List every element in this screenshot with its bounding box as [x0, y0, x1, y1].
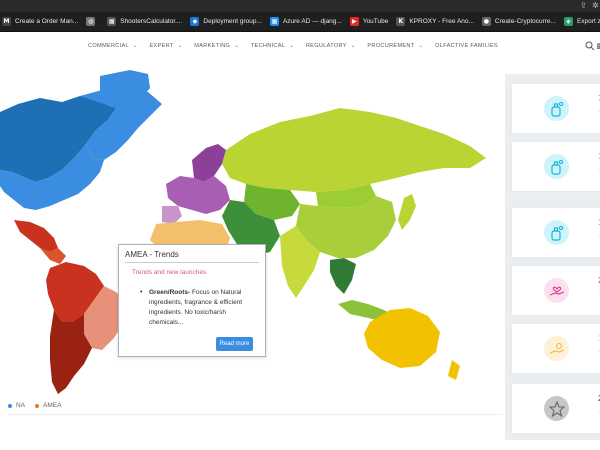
- popup-title: AMEA - Trends: [125, 245, 259, 263]
- popup-bullet-title: Green/Roots-: [149, 289, 191, 296]
- bookmarks-bar: M Create a Order Man... ◍ ▦ ShootersCalculat…: [0, 12, 600, 32]
- region-japan[interactable]: [398, 194, 416, 230]
- bookmark-label: Create a Order Man...: [15, 18, 79, 25]
- divider: [8, 414, 503, 415]
- settings-icon[interactable]: ✲: [592, 1, 599, 10]
- stat-card[interactable]: 2T: [512, 266, 600, 315]
- legend-swatch: [35, 403, 40, 408]
- popup-bullet: • Green/Roots- Focus on Natural ingredie…: [140, 288, 255, 328]
- popup-bullet-line-3: ingredients. No toxic/harsh: [149, 309, 226, 316]
- legend-label: NA: [16, 402, 26, 409]
- proxy-icon: K: [396, 17, 406, 26]
- bookmark-label: YouTube: [362, 18, 389, 25]
- windows-icon: ▦: [269, 17, 279, 26]
- region-popup: AMEA - Trends Trends and new launches • …: [118, 244, 266, 357]
- region-southeast-asia[interactable]: [330, 258, 356, 294]
- bookmark-item[interactable]: M Create a Order Man...: [2, 14, 78, 30]
- popup-bullet-line-1: Focus on Natural: [191, 289, 242, 296]
- popup-bullet-line-4: chemicals...: [149, 319, 184, 326]
- azure-devops-icon: ◆: [190, 17, 200, 26]
- nav-item-expert[interactable]: EXPERT ⌄: [150, 43, 183, 49]
- browser-title-strip: ⇪ ✲: [0, 0, 600, 12]
- nav-item-label: EXPERT: [149, 43, 174, 49]
- popup-bullet-line-2: ingredients, fragrance & efficient: [149, 299, 243, 306]
- bookmark-label: ShootersCalculator....: [120, 18, 183, 25]
- legend-item[interactable]: NA: [8, 402, 25, 409]
- region-iberia[interactable]: [162, 206, 182, 224]
- bookmark-item[interactable]: ▦ ShootersCalculator....: [107, 14, 182, 30]
- stat-card[interactable]: 1T: [512, 208, 600, 257]
- bookmark-label: Azure AD — djang...: [282, 18, 342, 25]
- search-icon[interactable]: [585, 41, 595, 51]
- chevron-down-icon: ⌄: [177, 43, 183, 49]
- github-icon: ●: [481, 17, 491, 26]
- nav-item-marketing[interactable]: MARKETING ⌄: [194, 43, 239, 49]
- nav-item-regulatory[interactable]: REGULATORY ⌄: [306, 43, 356, 49]
- nav-item-procurement[interactable]: PROCUREMENT ⌄: [367, 43, 423, 49]
- nav-item-olfactive-families[interactable]: OLFACTIVE FAMILIES: [435, 43, 498, 49]
- bookmark-item[interactable]: ▶ YouTube: [349, 14, 389, 30]
- globe-icon: ◍: [86, 17, 96, 26]
- region-northern-europe[interactable]: [192, 144, 226, 182]
- perfume-bottle-icon: [544, 220, 569, 245]
- region-mexico[interactable]: [14, 220, 58, 252]
- bookmark-item[interactable]: ▦ Azure AD — djang...: [269, 14, 342, 30]
- site-nav: COMMERCIAL ⌄ EXPERT ⌄ MARKETING ⌄ TECHNICAL ⌄ RE…: [0, 32, 600, 60]
- region-new-zealand[interactable]: [448, 360, 460, 380]
- perfume-bottle-icon: [544, 154, 569, 179]
- nav-item-label: MARKETING: [194, 43, 231, 49]
- chevron-down-icon: ⌄: [132, 43, 138, 49]
- map-legend: NA AMEA: [8, 402, 71, 409]
- bookmark-item[interactable]: ◍: [86, 14, 99, 30]
- bookmark-item[interactable]: ◈Export zip of multip...: [563, 14, 600, 30]
- read-more-button[interactable]: Read more: [216, 337, 253, 351]
- chevron-down-icon: ⌄: [418, 43, 424, 49]
- hand-coins-icon: [544, 336, 569, 361]
- bookmark-item[interactable]: K KPROXY - Free Ano...: [396, 14, 474, 30]
- stat-card[interactable]: 1T: [512, 142, 600, 191]
- menu-icon[interactable]: ≡: [596, 42, 600, 52]
- nav-item-label: PROCUREMENT: [367, 43, 415, 49]
- star-icon: [544, 396, 569, 421]
- nav-item-label: COMMERCIAL: [88, 43, 129, 49]
- shield-icon: ◈: [563, 17, 573, 26]
- nav-item-technical[interactable]: TECHNICAL ⌄: [251, 43, 294, 49]
- hand-heart-icon: [544, 278, 569, 303]
- legend-label: AMEA: [43, 402, 62, 409]
- nav-item-label: OLFACTIVE FAMILIES: [435, 43, 499, 49]
- youtube-icon: ▶: [349, 17, 359, 26]
- share-icon[interactable]: ⇪: [580, 1, 587, 10]
- bookmark-label: Export zip of multip...: [576, 18, 600, 25]
- nav-item-label: TECHNICAL: [250, 43, 286, 49]
- bookmark-label: KPROXY - Free Ano...: [409, 18, 474, 25]
- stats-panel: 7T 1T 1T 2T 1T 2T: [505, 74, 600, 440]
- bullet-dot: •: [140, 289, 143, 296]
- bookmark-icon: ▦: [107, 17, 117, 26]
- bookmark-item[interactable]: ◆ Deployment group...: [190, 14, 262, 30]
- world-map: [0, 70, 486, 394]
- chevron-down-icon: ⌄: [289, 43, 294, 49]
- nav-item-commercial[interactable]: COMMERCIAL ⌄: [88, 43, 138, 49]
- stat-card[interactable]: 2T: [512, 384, 600, 433]
- perfume-bottle-icon: [544, 96, 569, 121]
- stat-card[interactable]: 7T: [512, 84, 600, 133]
- m-icon: M: [2, 17, 11, 26]
- legend-item[interactable]: AMEA: [35, 402, 61, 409]
- bookmark-label: Deployment group...: [203, 18, 262, 25]
- nav-item-label: REGULATORY: [305, 43, 347, 49]
- stat-card[interactable]: 1T: [512, 324, 600, 373]
- legend-swatch: [8, 403, 12, 408]
- bookmark-item[interactable]: ● Create-Cryptocurre...: [481, 14, 556, 30]
- region-russia[interactable]: [222, 108, 486, 192]
- bookmark-label: Create-Cryptocurre...: [494, 18, 556, 25]
- chevron-down-icon: ⌄: [350, 43, 356, 49]
- chevron-down-icon: ⌄: [234, 43, 239, 49]
- popup-subtitle: Trends and new launches: [132, 269, 207, 276]
